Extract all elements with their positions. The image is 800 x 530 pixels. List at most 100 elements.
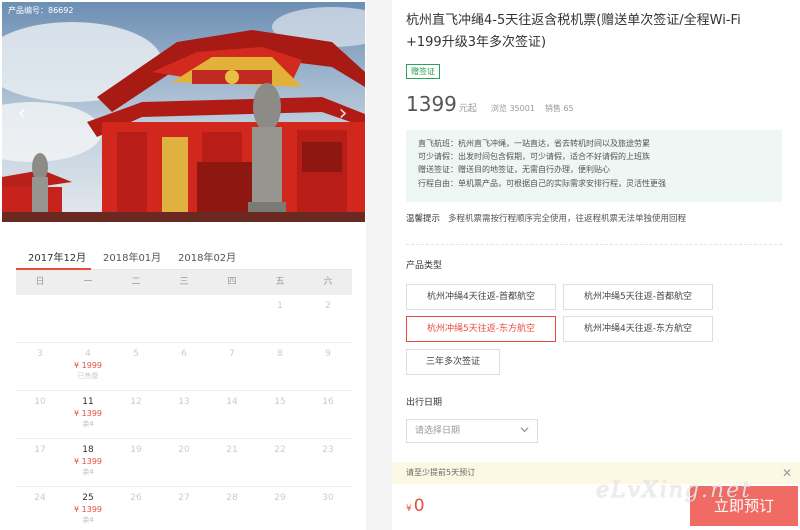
weekday-label: 日 — [35, 277, 45, 287]
day-number: 25 — [82, 493, 94, 503]
calendar-day-15: 15 — [256, 391, 304, 438]
option-hz-okinawa-5d-eastern[interactable]: 杭州冲绳5天往返-东方航空 — [406, 316, 556, 342]
calendar-day-28: 28 — [208, 487, 256, 530]
weekday-label: 二 — [131, 277, 141, 287]
day-number: 2 — [325, 301, 331, 311]
calendar-day-empty — [208, 295, 256, 342]
calendar-day-2: 2 — [304, 295, 352, 342]
calendar-day-empty — [160, 295, 208, 342]
day-number: 10 — [34, 397, 46, 407]
calendar-day-30: 30 — [304, 487, 352, 530]
calendar-day-6: 6 — [160, 343, 208, 390]
notice-text: 请至少提前5天预订 — [406, 468, 476, 477]
weekday-header: 日 一 二 三 四 五 六 — [16, 270, 352, 295]
feature-line: 行程自由：单机票产品，可根据自己的实际需求安排行程，灵活性更强 — [418, 178, 666, 188]
right-column: 杭州直飞冲绳4-5天往返含税机票(赠送单次签证/全程Wi-Fi +199升级3年… — [392, 0, 800, 530]
option-hz-okinawa-5d-capital[interactable]: 杭州冲绳5天往返-首都航空 — [563, 284, 713, 310]
day-number: 14 — [226, 397, 238, 407]
calendar-day-empty — [112, 295, 160, 342]
day-number: 1 — [277, 301, 283, 311]
calendar-day-18[interactable]: 18 ¥ 1399 余4 — [64, 439, 112, 486]
product-id-label: 产品编号：86692 — [8, 6, 74, 15]
close-icon[interactable]: ✕ — [782, 462, 792, 484]
warm-tip: 温馨提示 多程机票需按行程顺序完全使用，往返程机票无法单独使用回程 — [406, 212, 686, 224]
tab-month-2018-01[interactable]: 2018年01月 — [103, 249, 161, 264]
calendar-day-empty — [64, 295, 112, 342]
calendar-day-19: 19 — [112, 439, 160, 486]
day-number: 8 — [277, 349, 283, 359]
product-type-label: 产品类型 — [406, 261, 443, 271]
date-select[interactable]: 请选择日期 — [406, 419, 538, 443]
left-column: 产品编号：86692 ‹ › 2017年12月 2018年01月 2018年02… — [0, 0, 366, 530]
calendar-week-row: 12 — [16, 295, 352, 343]
option-hz-okinawa-4d-eastern[interactable]: 杭州冲绳4天往返-东方航空 — [563, 316, 713, 342]
calendar-day-12: 12 — [112, 391, 160, 438]
day-number: 12 — [130, 397, 142, 407]
currency-symbol: ¥ — [406, 504, 412, 514]
calendar-day-20: 20 — [160, 439, 208, 486]
calendar-day-29: 29 — [256, 487, 304, 530]
calendar-day-16: 16 — [304, 391, 352, 438]
tab-month-2018-02[interactable]: 2018年02月 — [178, 249, 236, 264]
total-price: ¥ 0 — [406, 496, 425, 516]
product-title: 杭州直飞冲绳4-5天往返含税机票(赠送单次签证/全程Wi-Fi +199升级3年… — [406, 13, 741, 50]
calendar-day-25[interactable]: 25 ¥ 1399 余4 — [64, 487, 112, 530]
calendar-day-13: 13 — [160, 391, 208, 438]
day-number: 30 — [322, 493, 334, 503]
day-price: ¥ 1399 — [74, 409, 102, 418]
tip-text: 多程机票需按行程顺序完全使用，往返程机票无法单独使用回程 — [448, 214, 687, 224]
month-tabs: 2017年12月 2018年01月 2018年02月 — [16, 240, 352, 270]
chevron-down-icon — [520, 427, 529, 433]
calendar-day-26: 26 — [112, 487, 160, 530]
price-calendar: 2017年12月 2018年01月 2018年02月 日 一 二 三 四 五 六… — [16, 240, 352, 530]
day-number: 28 — [226, 493, 238, 503]
carousel-prev-arrow-icon[interactable]: ‹ — [12, 102, 32, 126]
total-amount: 0 — [413, 496, 425, 516]
day-number: 3 — [37, 349, 43, 359]
day-number: 4 — [85, 349, 91, 359]
weekday-label: 一 — [83, 277, 93, 287]
calendar-day-24: 24 — [16, 487, 64, 530]
calendar-day-11[interactable]: 11 ¥ 1399 余4 — [64, 391, 112, 438]
day-number: 24 — [34, 493, 46, 503]
book-now-button[interactable]: 立即预订 — [690, 486, 798, 526]
hero-image: 产品编号：86692 ‹ › — [2, 2, 365, 222]
day-number: 17 — [34, 445, 46, 455]
option-3-year-visa[interactable]: 三年多次签证 — [406, 349, 500, 375]
day-stock: 余4 — [82, 468, 94, 476]
day-price: ¥ 1399 — [74, 505, 102, 514]
calendar-day-4: 4 ¥ 1999 已售罄 — [64, 343, 112, 390]
option-hz-okinawa-4d-capital[interactable]: 杭州冲绳4天往返-首都航空 — [406, 284, 556, 310]
day-number: 23 — [322, 445, 334, 455]
day-number: 7 — [229, 349, 235, 359]
day-number: 27 — [178, 493, 190, 503]
day-number: 13 — [178, 397, 190, 407]
day-stock: 余4 — [82, 516, 94, 524]
day-price: ¥ 1999 — [74, 361, 102, 370]
day-number: 26 — [130, 493, 142, 503]
price-unit: 元起 — [458, 104, 477, 114]
calendar-day-23: 23 — [304, 439, 352, 486]
tab-month-2017-12[interactable]: 2017年12月 — [28, 249, 86, 264]
day-number: 15 — [274, 397, 286, 407]
checkout-bar: ¥ 0 立即预订 — [392, 484, 800, 530]
calendar-day-14: 14 — [208, 391, 256, 438]
day-number: 29 — [274, 493, 286, 503]
day-number: 19 — [130, 445, 142, 455]
calendar-week-row: 17 18 ¥ 1399 余4 19 20 21 22 23 — [16, 439, 352, 487]
tip-label: 温馨提示 — [406, 214, 441, 224]
price-value: 1399 — [406, 92, 457, 116]
shuri-castle-photo — [2, 2, 365, 222]
divider — [406, 244, 782, 245]
advance-booking-notice: 请至少提前5天预订 ✕ — [392, 462, 800, 484]
calendar-grid: 1 2 3 4 ¥ 1999 已售罄 5 6 7 8 9 10 11 ¥ 1399 余4 12 13 14 15 16… — [16, 295, 352, 530]
calendar-day-empty — [16, 295, 64, 342]
feature-line: 直飞航班：杭州直飞冲绳，一站直达，省去转机时间以及旅途劳累 — [418, 139, 650, 148]
calendar-day-3: 3 — [16, 343, 64, 390]
calendar-day-22: 22 — [256, 439, 304, 486]
day-number: 5 — [133, 349, 139, 359]
carousel-next-arrow-icon[interactable]: › — [333, 102, 353, 126]
calendar-day-9: 9 — [304, 343, 352, 390]
calendar-week-row: 10 11 ¥ 1399 余4 12 13 14 15 16 — [16, 391, 352, 439]
calendar-day-1: 1 — [256, 295, 304, 342]
